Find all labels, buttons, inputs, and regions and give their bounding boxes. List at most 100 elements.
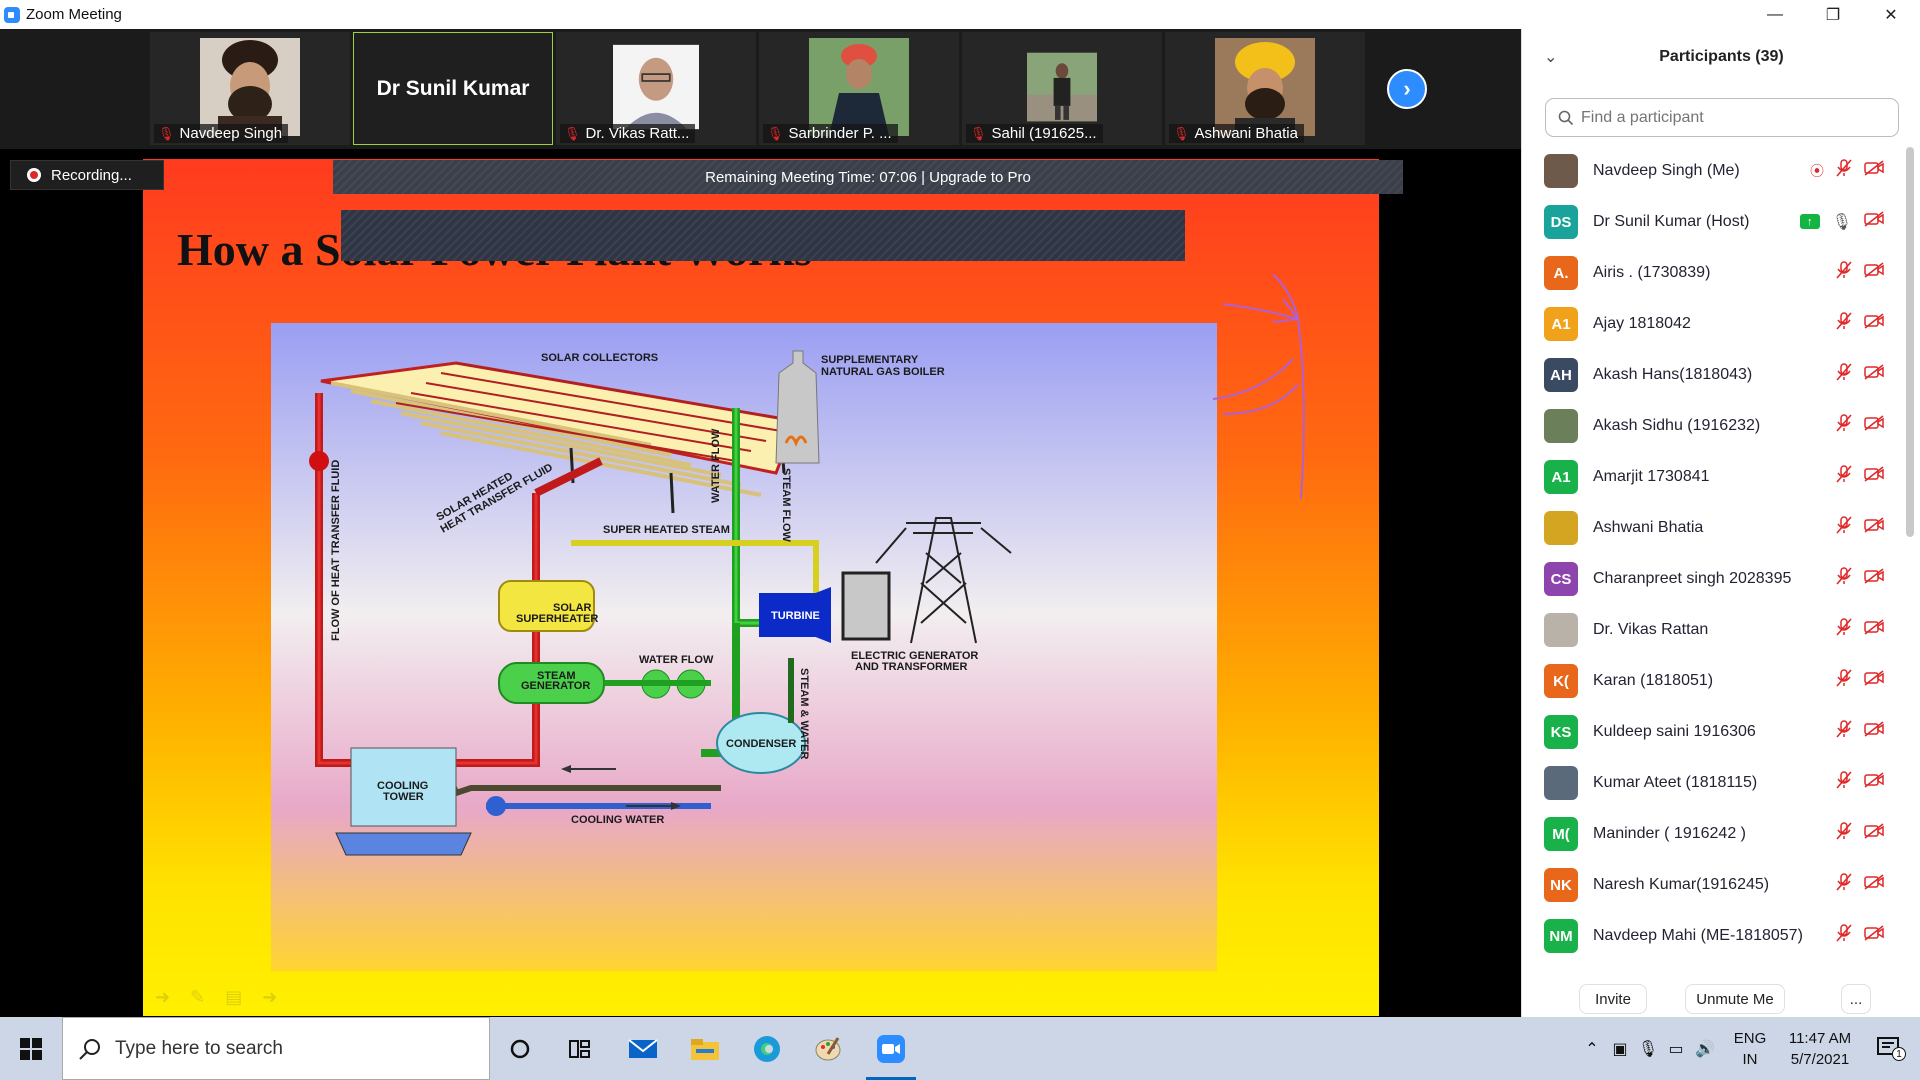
cortana-icon[interactable] bbox=[491, 1017, 549, 1080]
participant-row[interactable]: K(Karan (1818051) bbox=[1522, 655, 1912, 706]
clock[interactable]: 11:47 AM 5/7/2021 bbox=[1776, 1017, 1864, 1080]
participant-search[interactable] bbox=[1545, 98, 1899, 137]
avatar: K( bbox=[1544, 664, 1578, 698]
task-view-icon[interactable] bbox=[551, 1017, 609, 1080]
arrow-left-icon[interactable]: ➜ bbox=[155, 987, 170, 1008]
windows-start-icon[interactable] bbox=[0, 1017, 62, 1080]
participant-status-icons bbox=[1836, 516, 1884, 539]
participant-name: Dr. Vikas Rattan bbox=[1593, 620, 1709, 638]
participant-row[interactable]: Ashwani Bhatia bbox=[1522, 502, 1912, 553]
participant-row[interactable]: M(Maninder ( 1916242 ) bbox=[1522, 808, 1912, 859]
zoom-tray-icon[interactable]: ▣ bbox=[1608, 1017, 1632, 1080]
participants-title: Participants (39) bbox=[1659, 48, 1784, 65]
edge-browser-icon[interactable] bbox=[738, 1017, 796, 1080]
shared-screen: How a Solar Power Plant Works bbox=[143, 159, 1379, 1016]
mail-icon[interactable] bbox=[614, 1017, 672, 1080]
video-tile[interactable]: 🎙 Navdeep Singh bbox=[150, 32, 350, 145]
chevron-up-icon[interactable]: ⌃ bbox=[1580, 1017, 1604, 1080]
remaining-time-text[interactable]: Remaining Meeting Time: 07:06 | Upgrade … bbox=[705, 169, 1031, 186]
region-code: IN bbox=[1742, 1050, 1758, 1068]
avatar: KS bbox=[1544, 715, 1578, 749]
zoom-taskbar-icon[interactable] bbox=[862, 1017, 920, 1080]
mic-muted-icon bbox=[1836, 312, 1852, 335]
participant-photo bbox=[200, 38, 300, 136]
avatar: NM bbox=[1544, 919, 1578, 953]
recording-icon: ⦿ bbox=[1810, 162, 1824, 179]
tile-name: Sarbrinder P. ... bbox=[788, 125, 892, 142]
video-off-icon bbox=[1864, 313, 1884, 334]
participant-row[interactable]: NM Navdeep Mahi (ME-1818057) bbox=[1522, 910, 1912, 961]
mic-muted-icon bbox=[1836, 669, 1852, 692]
slide-nav-tools: ➜ ✎ ▤ ➜ bbox=[155, 987, 277, 1008]
screen-share-icon: ↑ bbox=[1799, 214, 1820, 229]
participant-row[interactable]: Kumar Ateet (1818115) bbox=[1522, 757, 1912, 808]
participant-name: Naresh Kumar(1916245) bbox=[1593, 875, 1770, 893]
participant-row[interactable]: AH Akash Hans(1818043) bbox=[1522, 349, 1912, 400]
avatar: CS bbox=[1544, 562, 1578, 596]
participant-row[interactable]: Dr. Vikas Rattan bbox=[1522, 604, 1912, 655]
menu-icon[interactable]: ▤ bbox=[225, 987, 242, 1008]
pump-icon bbox=[309, 451, 329, 471]
video-tile[interactable]: 🎙 Dr. Vikas Ratt... bbox=[556, 32, 756, 145]
mic-muted-icon bbox=[1836, 567, 1852, 590]
participant-status-icons bbox=[1836, 465, 1884, 488]
video-tile[interactable]: 🎙 Sarbrinder P. ... bbox=[759, 32, 959, 145]
recording-indicator[interactable]: Recording... bbox=[10, 160, 164, 190]
input-language[interactable]: ENG IN bbox=[1730, 1017, 1770, 1080]
microphone-icon[interactable]: 🎙 bbox=[1636, 1017, 1660, 1080]
label-supplementary: SUPPLEMENTARY bbox=[821, 354, 919, 366]
chevron-right-icon[interactable]: › bbox=[1387, 69, 1427, 109]
avatar bbox=[1544, 409, 1578, 443]
invite-button[interactable]: Invite bbox=[1579, 984, 1647, 1014]
participant-row[interactable]: Akash Sidhu (1916232) bbox=[1522, 400, 1912, 451]
participant-name: Navdeep Mahi (ME-1818057) bbox=[1593, 926, 1803, 944]
label-natural-gas-boiler: NATURAL GAS BOILER bbox=[821, 366, 945, 378]
zoom-app-icon bbox=[4, 6, 20, 23]
minimize-button[interactable]: — bbox=[1746, 0, 1804, 29]
participant-row[interactable]: A. Airis . (1730839) bbox=[1522, 247, 1912, 298]
participant-name: Navdeep Singh (Me) bbox=[1593, 161, 1740, 179]
scrollbar[interactable] bbox=[1906, 147, 1914, 537]
pen-icon[interactable]: ✎ bbox=[190, 987, 205, 1008]
restore-button[interactable]: ❐ bbox=[1804, 0, 1862, 29]
mic-muted-icon: 🎙 bbox=[767, 125, 784, 141]
video-tile[interactable]: 🎙 Ashwani Bhatia bbox=[1165, 32, 1365, 145]
participant-row[interactable]: A1 Amarjit 1730841 bbox=[1522, 451, 1912, 502]
search-icon bbox=[1558, 110, 1574, 125]
video-tile[interactable]: 🎙 Sahil (191625... bbox=[962, 32, 1162, 145]
participant-row[interactable]: Navdeep Singh (Me) ⦿ bbox=[1522, 145, 1912, 196]
participant-name: Kumar Ateet (1818115) bbox=[1593, 773, 1758, 791]
participant-row[interactable]: NK Naresh Kumar(1916245) bbox=[1522, 859, 1912, 910]
volume-icon[interactable]: 🔊 bbox=[1692, 1017, 1718, 1080]
avatar: A. bbox=[1544, 256, 1578, 290]
mic-muted-icon: 🎙 bbox=[158, 125, 175, 141]
close-button[interactable]: ✕ bbox=[1862, 0, 1920, 29]
arrow-right-icon[interactable]: ➜ bbox=[262, 987, 277, 1008]
participant-row[interactable]: DS Dr Sunil Kumar (Host) ↑ 🎙 bbox=[1522, 196, 1912, 247]
label-tower: TOWER bbox=[383, 791, 424, 803]
mic-muted-icon: 🎙 bbox=[564, 125, 581, 141]
battery-icon[interactable]: ▭ bbox=[1664, 1017, 1688, 1080]
avatar: DS bbox=[1544, 205, 1578, 239]
more-options-button[interactable]: ... bbox=[1841, 984, 1871, 1014]
file-explorer-icon[interactable] bbox=[676, 1017, 734, 1080]
participant-row[interactable]: KS Kuldeep saini 1916306 bbox=[1522, 706, 1912, 757]
language-code: ENG bbox=[1733, 1029, 1767, 1047]
mic-muted-icon bbox=[1836, 465, 1852, 488]
notification-badge: 1 bbox=[1892, 1047, 1906, 1061]
participant-row[interactable]: A1 Ajay 1818042 bbox=[1522, 298, 1912, 349]
participant-status-icons bbox=[1836, 873, 1884, 896]
mic-muted-icon bbox=[1836, 414, 1852, 437]
paint-icon[interactable] bbox=[800, 1017, 858, 1080]
video-tile-active[interactable]: Dr Sunil Kumar bbox=[353, 32, 553, 145]
taskbar-search-box[interactable]: Type here to search bbox=[62, 1017, 490, 1080]
participant-status-icons bbox=[1836, 924, 1884, 947]
participant-row[interactable]: CS Charanpreet singh 2028395 bbox=[1522, 553, 1912, 604]
notification-center-icon[interactable]: 1 bbox=[1868, 1017, 1912, 1080]
tile-name-label: 🎙 Sahil (191625... bbox=[966, 124, 1103, 143]
title-bar: Zoom Meeting — ❐ ✕ bbox=[0, 0, 1920, 29]
avatar bbox=[1544, 154, 1578, 188]
search-input[interactable] bbox=[1581, 108, 1881, 127]
video-off-icon bbox=[1864, 925, 1884, 946]
unmute-me-button[interactable]: Unmute Me bbox=[1685, 984, 1785, 1014]
